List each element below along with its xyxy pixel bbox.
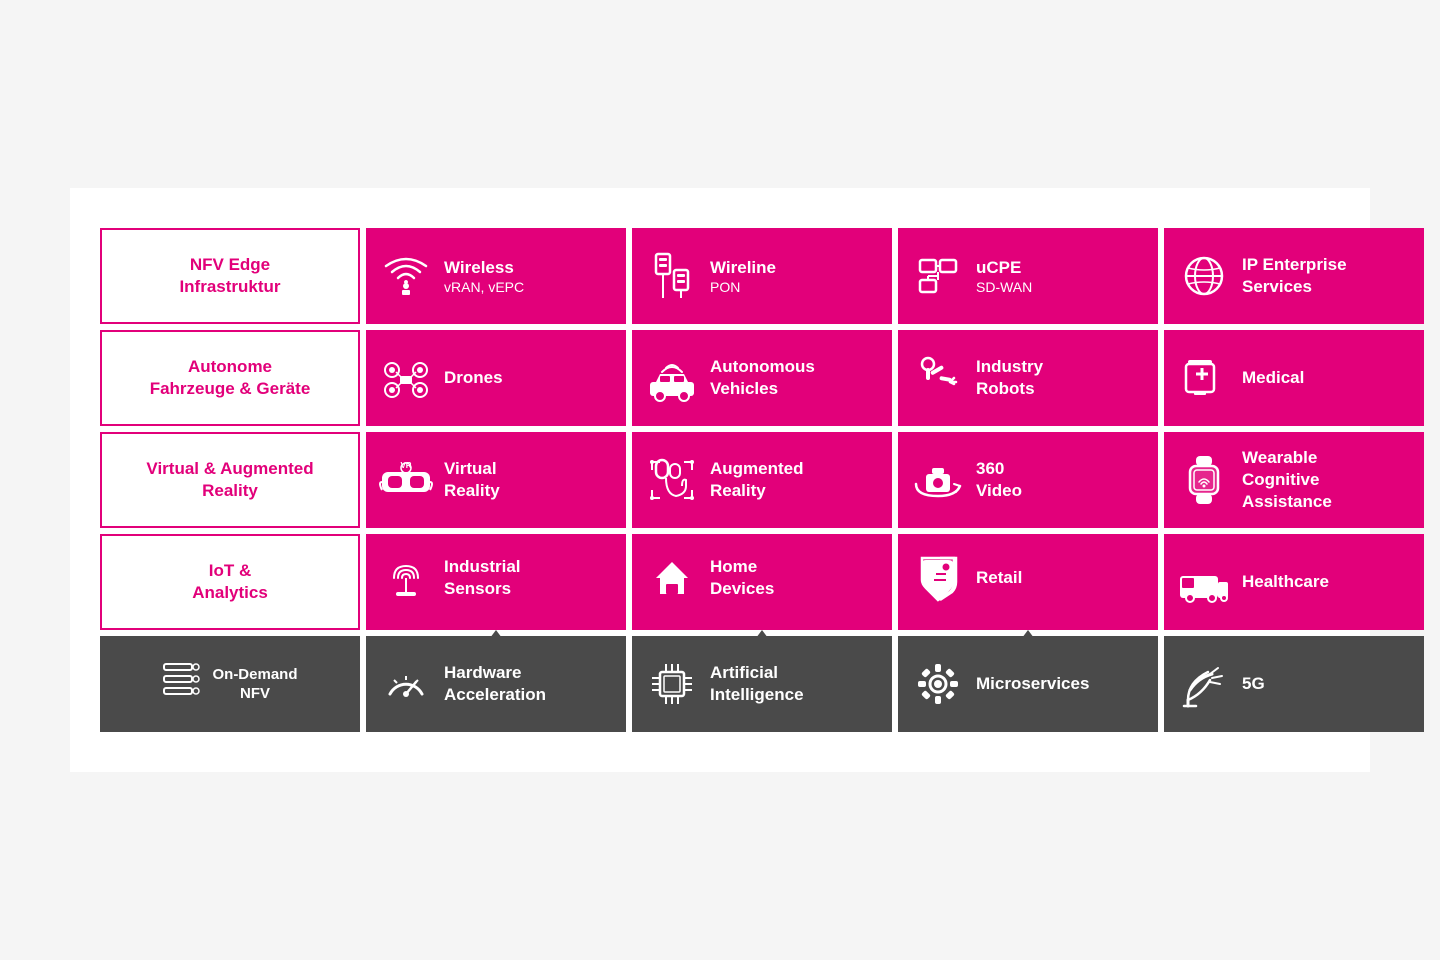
cell-ip-enterprise[interactable]: IP EnterpriseServices	[1164, 228, 1424, 324]
label-nfv-edge: NFV EdgeInfrastruktur	[100, 228, 360, 324]
cell-microservices[interactable]: Microservices	[898, 636, 1158, 732]
cell-virtual-reality[interactable]: VR VirtualReality	[366, 432, 626, 528]
medical-icon	[1178, 356, 1230, 400]
arrow-up-retail	[1016, 630, 1040, 646]
cell-augmented-reality[interactable]: AugmentedReality	[632, 432, 892, 528]
drones-icon	[380, 358, 432, 398]
cell-hardware-accel[interactable]: HardwareAcceleration	[366, 636, 626, 732]
cell-ai[interactable]: ArtificialIntelligence	[632, 636, 892, 732]
ai-icon	[646, 662, 698, 706]
cell-360-video[interactable]: 360Video	[898, 432, 1158, 528]
360-video-icon	[912, 460, 964, 500]
arrow-up-sensors	[484, 630, 508, 646]
cell-industry-robots[interactable]: IndustryRobots	[898, 330, 1158, 426]
cell-home-devices[interactable]: HomeDevices	[632, 534, 892, 630]
cell-drones[interactable]: Drones	[366, 330, 626, 426]
ucpe-icon	[912, 254, 964, 298]
cell-healthcare[interactable]: Healthcare	[1164, 534, 1424, 630]
hardware-icon	[380, 662, 432, 706]
label-iot: IoT &Analytics	[100, 534, 360, 630]
nfv-icon	[162, 660, 202, 709]
cell-industrial-sensors[interactable]: IndustrialSensors	[366, 534, 626, 630]
ar-icon	[646, 458, 698, 502]
main-grid: NFV EdgeInfrastruktur Wireless vRAN, vEP…	[100, 228, 1340, 732]
vr-icon: VR	[380, 462, 432, 498]
5g-icon	[1178, 662, 1230, 706]
healthcare-icon	[1178, 562, 1230, 602]
wireless-icon	[380, 256, 432, 296]
wearable-icon	[1178, 454, 1230, 506]
retail-icon	[912, 554, 964, 602]
label-autonome: AutonomeFahrzeuge & Geräte	[100, 330, 360, 426]
diagram-container: NFV EdgeInfrastruktur Wireless vRAN, vEP…	[70, 188, 1370, 772]
cell-5g[interactable]: 5G	[1164, 636, 1424, 732]
label-vr-ar: Virtual & AugmentedReality	[100, 432, 360, 528]
arrow-up-home	[750, 630, 774, 646]
cell-autonomous-vehicles[interactable]: AutonomousVehicles	[632, 330, 892, 426]
microservices-icon	[912, 662, 964, 706]
cell-wearable[interactable]: WearableCognitiveAssistance	[1164, 432, 1424, 528]
car-icon	[646, 356, 698, 400]
home-icon	[646, 556, 698, 600]
robot-icon	[912, 354, 964, 402]
cell-ucpe[interactable]: uCPE SD-WAN	[898, 228, 1158, 324]
sensors-icon	[380, 556, 432, 600]
cell-wireline[interactable]: Wireline PON	[632, 228, 892, 324]
label-on-demand: On-DemandNFV	[100, 636, 360, 732]
cell-medical[interactable]: Medical	[1164, 330, 1424, 426]
cell-retail[interactable]: Retail	[898, 534, 1158, 630]
wireline-icon	[646, 252, 698, 300]
globe-icon	[1178, 254, 1230, 298]
cell-wireless[interactable]: Wireless vRAN, vEPC	[366, 228, 626, 324]
